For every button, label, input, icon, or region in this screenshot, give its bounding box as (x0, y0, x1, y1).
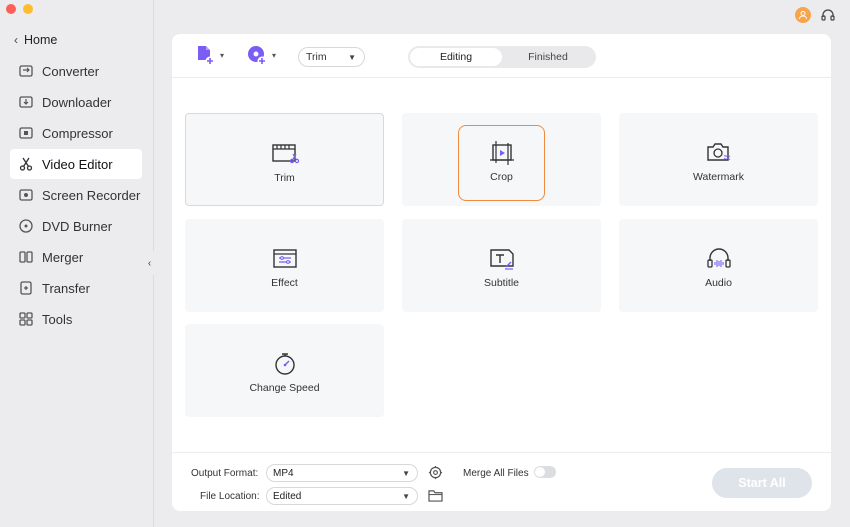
tool-card-label: Audio (705, 277, 732, 289)
tool-card-trim[interactable]: Trim (185, 113, 384, 206)
chevron-left-icon: ‹ (14, 33, 18, 47)
sidebar-item-dvd-burner[interactable]: DVD Burner (10, 211, 142, 241)
sidebar: ‹ Home Converter Downloader Compressor V… (0, 0, 154, 527)
sidebar-item-converter[interactable]: Converter (10, 56, 142, 86)
tab-finished[interactable]: Finished (502, 48, 594, 66)
sidebar-item-label: Video Editor (42, 156, 113, 172)
tool-card-label: Subtitle (483, 277, 520, 289)
chevron-down-icon: ▼ (402, 491, 410, 501)
sidebar-item-tools[interactable]: Tools (10, 304, 142, 334)
add-file-icon (198, 46, 215, 66)
sidebar-item-merger[interactable]: Merger (10, 242, 142, 272)
change-speed-icon (271, 350, 299, 378)
output-format-select[interactable]: MP4 ▼ (266, 464, 418, 482)
sidebar-item-transfer[interactable]: Transfer (10, 273, 142, 303)
converter-icon (18, 63, 34, 79)
output-format-value: MP4 (273, 467, 294, 479)
main-panel: ▾ ▾ Trim ▼ Editing Finished Trim Crop Wa… (172, 34, 831, 511)
window-controls (6, 4, 33, 14)
headset-icon[interactable] (820, 7, 836, 23)
tool-card-label: Watermark (693, 171, 744, 183)
bottom-bar: Output Format: MP4 ▼ Merge All Files Fil… (172, 452, 831, 511)
compressor-icon (18, 125, 34, 141)
file-location-select[interactable]: Edited ▼ (266, 487, 418, 505)
sidebar-item-label: Converter (42, 63, 100, 79)
effect-icon (271, 245, 299, 273)
tools-icon (18, 311, 34, 327)
merger-icon (18, 249, 34, 265)
tool-card-subtitle[interactable]: Subtitle (402, 219, 601, 312)
sidebar-item-label: Downloader (42, 94, 112, 110)
screen-recorder-icon (18, 187, 34, 203)
tab-editing[interactable]: Editing (410, 48, 502, 66)
downloader-icon (18, 94, 34, 110)
sidebar-collapse-button[interactable]: ‹ (143, 250, 156, 276)
audio-icon (705, 245, 733, 273)
trim-select-value: Trim (306, 51, 327, 63)
tool-card-change-speed[interactable]: Change Speed (185, 324, 384, 417)
sidebar-item-downloader[interactable]: Downloader (10, 87, 142, 117)
transfer-icon (18, 280, 34, 296)
home-label: Home (24, 33, 58, 47)
output-format-label: Output Format: (191, 468, 259, 479)
merge-all-files-toggle[interactable] (534, 466, 556, 478)
chevron-down-icon: ▾ (272, 50, 277, 60)
trim-select[interactable]: Trim ▼ (298, 47, 365, 67)
sidebar-nav: Converter Downloader Compressor Video Ed… (10, 56, 142, 335)
file-location-label: File Location: (200, 491, 260, 502)
sidebar-item-label: Merger (42, 249, 84, 265)
sidebar-item-label: Transfer (42, 280, 90, 296)
chevron-down-icon: ▼ (348, 52, 356, 62)
add-disc-button[interactable]: ▾ (246, 44, 276, 66)
chevron-down-icon: ▾ (220, 50, 225, 60)
chevron-left-icon: ‹ (147, 257, 152, 269)
sidebar-item-compressor[interactable]: Compressor (10, 118, 142, 148)
folder-icon[interactable] (428, 489, 443, 502)
dvd-burner-icon (18, 218, 34, 234)
chevron-down-icon: ▼ (402, 468, 410, 478)
selection-highlight (458, 125, 545, 201)
tool-card-effect[interactable]: Effect (185, 219, 384, 312)
user-avatar[interactable] (795, 7, 811, 23)
file-location-value: Edited (273, 490, 302, 502)
start-all-button[interactable]: Start All (712, 468, 812, 498)
tool-card-label: Change Speed (249, 382, 320, 394)
editing-finished-tabs: Editing Finished (408, 46, 596, 68)
trim-icon (271, 140, 299, 168)
tool-card-label: Trim (274, 172, 295, 184)
minimize-window-button[interactable] (23, 4, 33, 14)
user-icon (799, 11, 807, 20)
sidebar-item-label: DVD Burner (42, 218, 113, 234)
sidebar-item-label: Screen Recorder (42, 187, 141, 203)
sidebar-item-label: Compressor (42, 125, 113, 141)
subtitle-icon (488, 245, 516, 273)
sidebar-item-label: Tools (42, 311, 73, 327)
output-settings-icon[interactable] (428, 465, 443, 480)
home-link[interactable]: ‹ Home (14, 33, 57, 47)
tool-card-label: Effect (271, 277, 298, 289)
tool-card-crop[interactable]: Crop (402, 113, 601, 206)
video-editor-icon (18, 156, 34, 172)
toolbar: ▾ ▾ Trim ▼ Editing Finished (172, 34, 831, 78)
sidebar-item-screen-recorder[interactable]: Screen Recorder (10, 180, 142, 210)
merge-all-files-label: Merge All Files (463, 468, 529, 479)
tool-card-audio[interactable]: Audio (619, 219, 818, 312)
add-disc-icon (248, 46, 267, 66)
add-file-button[interactable]: ▾ (194, 44, 224, 66)
close-window-button[interactable] (6, 4, 16, 14)
watermark-icon (705, 139, 733, 167)
sidebar-item-video-editor[interactable]: Video Editor (10, 149, 142, 179)
tool-card-watermark[interactable]: Watermark (619, 113, 818, 206)
